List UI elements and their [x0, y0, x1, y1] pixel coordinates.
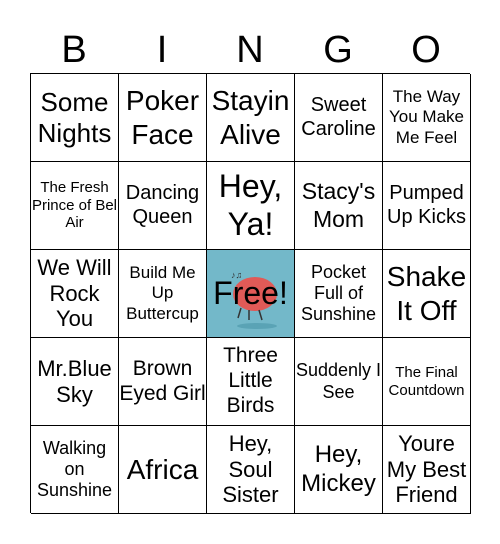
bingo-cell[interactable]: Mr.Blue Sky	[31, 338, 119, 426]
cell-label: The Final Countdown	[388, 363, 465, 399]
header-letter-b: B	[61, 29, 87, 71]
cell-label: Pocket Full of Sunshine	[300, 261, 377, 325]
cell-label: Walking on Sunshine	[36, 437, 113, 501]
free-space-cell[interactable]: ♪♫ Free!	[207, 250, 295, 338]
bingo-cell[interactable]: Suddenly I See	[295, 338, 383, 426]
bingo-cell[interactable]: Pocket Full of Sunshine	[295, 250, 383, 338]
cell-label: Brown Eyed Girl	[119, 356, 206, 405]
bingo-cell[interactable]: Three Little Birds	[207, 338, 295, 426]
cell-label: Youre My Best Friend	[386, 430, 467, 508]
cell-label: Three Little Birds	[223, 344, 278, 417]
bingo-cell[interactable]: Pumped Up Kicks	[383, 162, 471, 250]
cell-label: Suddenly I See	[295, 360, 382, 402]
bingo-cell[interactable]: Build Me Up Buttercup	[119, 250, 207, 338]
cell-label: Hey, Ya!	[218, 167, 283, 242]
cell-label: Pumped Up Kicks	[387, 181, 466, 228]
cell-label: Poker Face	[125, 85, 200, 150]
bingo-cell[interactable]: We Will Rock You	[31, 250, 119, 338]
bingo-cell[interactable]: Walking on Sunshine	[31, 426, 119, 514]
cell-label: Hey, Mickey	[301, 441, 376, 497]
cell-label: Mr.Blue Sky	[37, 355, 112, 407]
cell-label: Some Nights	[37, 86, 112, 148]
bingo-cell[interactable]: The Way You Make Me Feel	[383, 74, 471, 162]
cell-label: Build Me Up Buttercup	[126, 263, 199, 323]
header-letter-g: G	[323, 29, 353, 71]
bingo-cell[interactable]: Hey, Soul Sister	[207, 426, 295, 514]
bingo-cell[interactable]: Stayin Alive	[207, 74, 295, 162]
bingo-cell[interactable]: Poker Face	[119, 74, 207, 162]
cell-label: Shake It Off	[386, 261, 467, 326]
cell-label: Dancing Queen	[125, 181, 200, 228]
header-letter-n: N	[236, 29, 264, 71]
cell-label: Hey, Soul Sister	[222, 430, 279, 508]
cell-label: Sweet Caroline	[301, 93, 376, 140]
free-label: Free!	[213, 274, 288, 311]
cell-label: Stacy's Mom	[301, 178, 376, 232]
bingo-cell[interactable]: Youre My Best Friend	[383, 426, 471, 514]
bingo-cell[interactable]: Stacy's Mom	[295, 162, 383, 250]
cell-label: The Way You Make Me Feel	[389, 87, 464, 147]
cell-label: The Fresh Prince of Bel Air	[31, 178, 118, 232]
bingo-cell[interactable]: Africa	[119, 426, 207, 514]
bingo-header: BINGO	[30, 28, 470, 72]
bingo-cell[interactable]: Shake It Off	[383, 250, 471, 338]
cell-label: We Will Rock You	[37, 254, 112, 332]
cell-label: Stayin Alive	[211, 85, 290, 150]
header-letter-i: I	[156, 29, 168, 71]
cell-label: Africa	[126, 453, 199, 485]
bingo-card: Some Nights Poker Face Stayin Alive Sweet C…	[30, 73, 471, 514]
header-letter-o: O	[411, 29, 441, 71]
bingo-cell[interactable]: Sweet Caroline	[295, 74, 383, 162]
bingo-cell[interactable]: Hey, Ya!	[207, 162, 295, 250]
bingo-cell[interactable]: Dancing Queen	[119, 162, 207, 250]
bingo-cell[interactable]: Brown Eyed Girl	[119, 338, 207, 426]
bingo-cell[interactable]: Some Nights	[31, 74, 119, 162]
bingo-cell[interactable]: The Final Countdown	[383, 338, 471, 426]
bingo-cell[interactable]: The Fresh Prince of Bel Air	[31, 162, 119, 250]
bingo-cell[interactable]: Hey, Mickey	[295, 426, 383, 514]
